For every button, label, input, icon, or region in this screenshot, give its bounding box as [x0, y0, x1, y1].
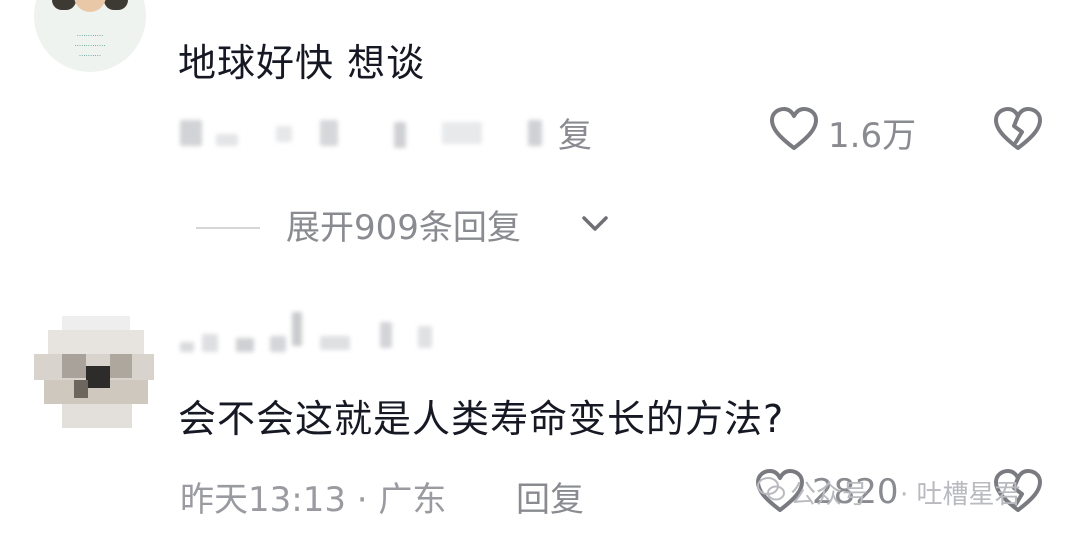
- comment-time-location: 昨天13:13 · 广东: [180, 480, 447, 520]
- heart-outline-icon[interactable]: [768, 104, 820, 156]
- chevron-down-icon[interactable]: [580, 208, 610, 238]
- like-count: 1.6万: [828, 116, 917, 156]
- comment-text: 地球好快 想谈: [178, 41, 426, 85]
- wechat-icon: [756, 474, 786, 504]
- blurred-meta: [180, 112, 542, 152]
- reply-button[interactable]: 复: [558, 108, 592, 157]
- commenter-avatar[interactable]: [34, 316, 154, 428]
- blurred-username: [180, 312, 440, 362]
- watermark-text: · 吐槽星君: [900, 480, 1021, 510]
- commenter-avatar[interactable]: ············ ·············· ··········: [34, 0, 146, 72]
- reply-button[interactable]: 回复: [516, 472, 584, 521]
- broken-heart-icon[interactable]: [992, 104, 1044, 156]
- expand-replies-button[interactable]: 展开909条回复: [286, 200, 521, 249]
- divider-line: [196, 227, 260, 229]
- watermark-text: 公众号: [790, 480, 869, 510]
- comment-text: 会不会这就是人类寿命变长的方法?: [178, 397, 785, 441]
